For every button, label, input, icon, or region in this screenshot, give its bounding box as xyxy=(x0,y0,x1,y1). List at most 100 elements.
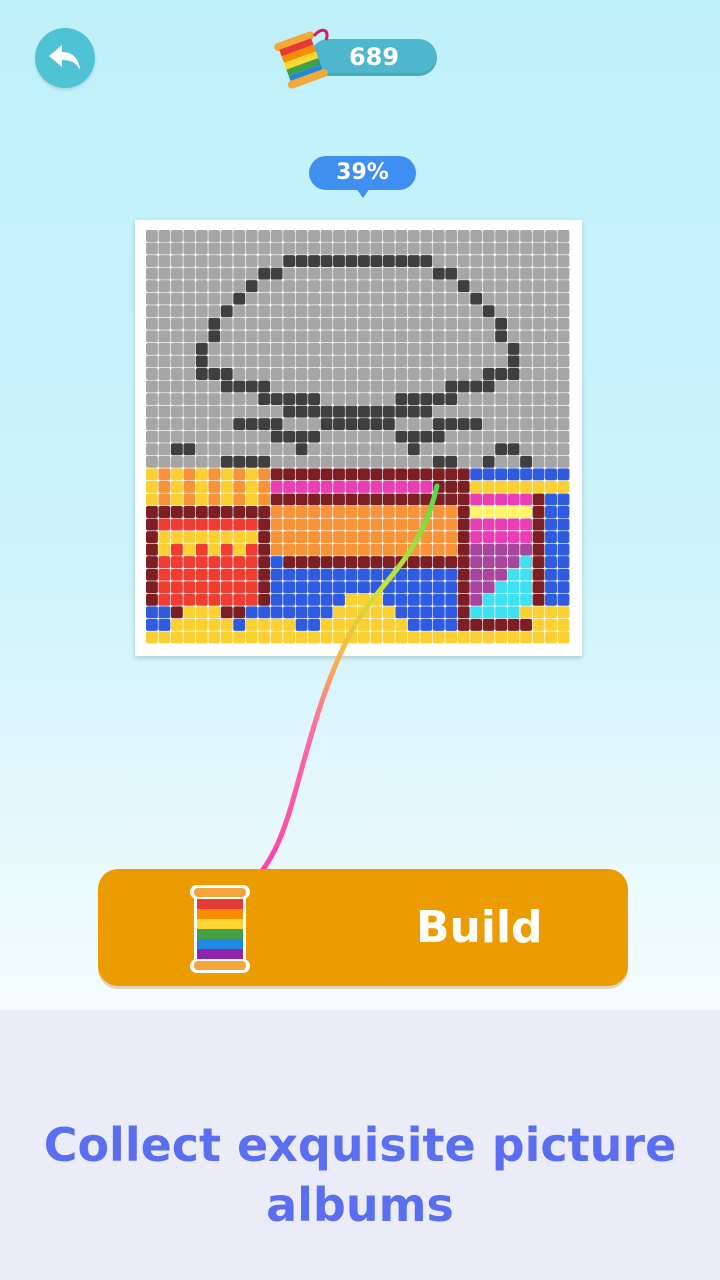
pixel-cell xyxy=(158,255,171,268)
pixel-cell xyxy=(470,455,483,468)
pixel-cell xyxy=(320,418,333,431)
pixel-cell xyxy=(220,355,233,368)
pixel-cell xyxy=(320,368,333,380)
pixel-cell xyxy=(557,618,570,631)
pixel-cell xyxy=(195,518,208,531)
pixel-cell xyxy=(482,506,495,518)
pixel-cell xyxy=(295,405,308,418)
pixel-cell xyxy=(457,255,470,268)
pixel-cell xyxy=(407,368,420,380)
pixel-cell xyxy=(532,430,545,443)
pixel-cell xyxy=(557,418,570,431)
pixel-cell xyxy=(170,493,183,506)
pixel-cell xyxy=(320,230,333,242)
pixel-cell xyxy=(358,568,370,581)
pixel-cell xyxy=(358,518,370,531)
pixel-cell xyxy=(395,255,408,268)
pixel-cell xyxy=(333,405,345,418)
pixel-cell xyxy=(557,380,570,393)
pixel-cell xyxy=(358,317,370,330)
pixel-cell xyxy=(345,418,358,431)
pixel-cell xyxy=(395,355,408,368)
pixel-cell xyxy=(283,317,296,330)
pixel-cell xyxy=(482,468,495,481)
pixel-cell xyxy=(382,418,395,431)
pixel-cell xyxy=(432,280,445,293)
pixel-cell xyxy=(183,493,196,506)
pixel-cell xyxy=(308,267,320,280)
pixel-cell xyxy=(407,631,420,644)
pixel-cell xyxy=(283,556,296,569)
pixel-cell xyxy=(457,468,470,481)
pixel-cell xyxy=(520,493,532,506)
pixel-cell xyxy=(358,355,370,368)
pixel-cell xyxy=(470,618,483,631)
pixel-cell xyxy=(283,631,296,644)
pixel-cell xyxy=(295,255,308,268)
pixel-cell xyxy=(382,493,395,506)
pixel-cell xyxy=(520,430,532,443)
pixel-cell xyxy=(482,480,495,493)
pixel-cell xyxy=(208,443,221,456)
pixel-art-canvas[interactable] xyxy=(146,230,570,644)
pixel-cell xyxy=(420,531,433,544)
pixel-cell xyxy=(345,531,358,544)
back-button[interactable] xyxy=(35,28,95,88)
pixel-cell xyxy=(308,355,320,368)
pixel-cell xyxy=(557,493,570,506)
pixel-cell xyxy=(495,531,508,544)
pixel-cell xyxy=(370,455,383,468)
pixel-cell xyxy=(370,518,383,531)
pixel-cell xyxy=(158,531,171,544)
pixel-cell xyxy=(270,480,283,493)
pixel-cell xyxy=(507,568,520,581)
pixel-cell xyxy=(432,393,445,406)
pixel-cell xyxy=(395,405,408,418)
build-button[interactable]: Build xyxy=(98,869,628,986)
pixel-cell xyxy=(407,581,420,594)
pixel-cell xyxy=(195,531,208,544)
pixel-cell xyxy=(333,292,345,305)
pixel-cell xyxy=(482,255,495,268)
pixel-cell xyxy=(258,556,271,569)
pixel-cell xyxy=(170,355,183,368)
pixel-cell xyxy=(333,242,345,255)
pixel-cell xyxy=(270,455,283,468)
pixel-cell xyxy=(233,455,246,468)
pixel-cell xyxy=(270,355,283,368)
pixel-cell xyxy=(195,342,208,355)
pixel-cell xyxy=(445,230,458,242)
pixel-cell xyxy=(482,267,495,280)
pixel-cell xyxy=(233,593,246,606)
pixel-cell xyxy=(308,606,320,619)
pixel-cell xyxy=(495,593,508,606)
pixel-cell xyxy=(270,292,283,305)
pixel-cell xyxy=(445,518,458,531)
pixel-cell xyxy=(295,355,308,368)
pixel-cell xyxy=(545,280,557,293)
pixel-cell xyxy=(208,631,221,644)
pixel-cell xyxy=(146,568,158,581)
pixel-cell xyxy=(308,618,320,631)
pixel-cell xyxy=(170,568,183,581)
pixel-cell xyxy=(557,430,570,443)
pixel-cell xyxy=(233,543,246,556)
pixel-cell xyxy=(407,405,420,418)
pixel-cell xyxy=(457,330,470,343)
pixel-cell xyxy=(495,292,508,305)
pixel-cell xyxy=(420,443,433,456)
pixel-cell xyxy=(233,581,246,594)
pixel-cell xyxy=(382,405,395,418)
pixel-cell xyxy=(382,317,395,330)
pixel-cell xyxy=(283,380,296,393)
pixel-cell xyxy=(370,355,383,368)
pixel-cell xyxy=(183,380,196,393)
pixel-cell xyxy=(345,317,358,330)
pixel-cell xyxy=(345,330,358,343)
pixel-cell xyxy=(220,230,233,242)
pixel-cell xyxy=(295,606,308,619)
pixel-cell xyxy=(245,280,258,293)
pixel-cell xyxy=(333,230,345,242)
pixel-cell xyxy=(146,480,158,493)
pixel-cell xyxy=(395,455,408,468)
